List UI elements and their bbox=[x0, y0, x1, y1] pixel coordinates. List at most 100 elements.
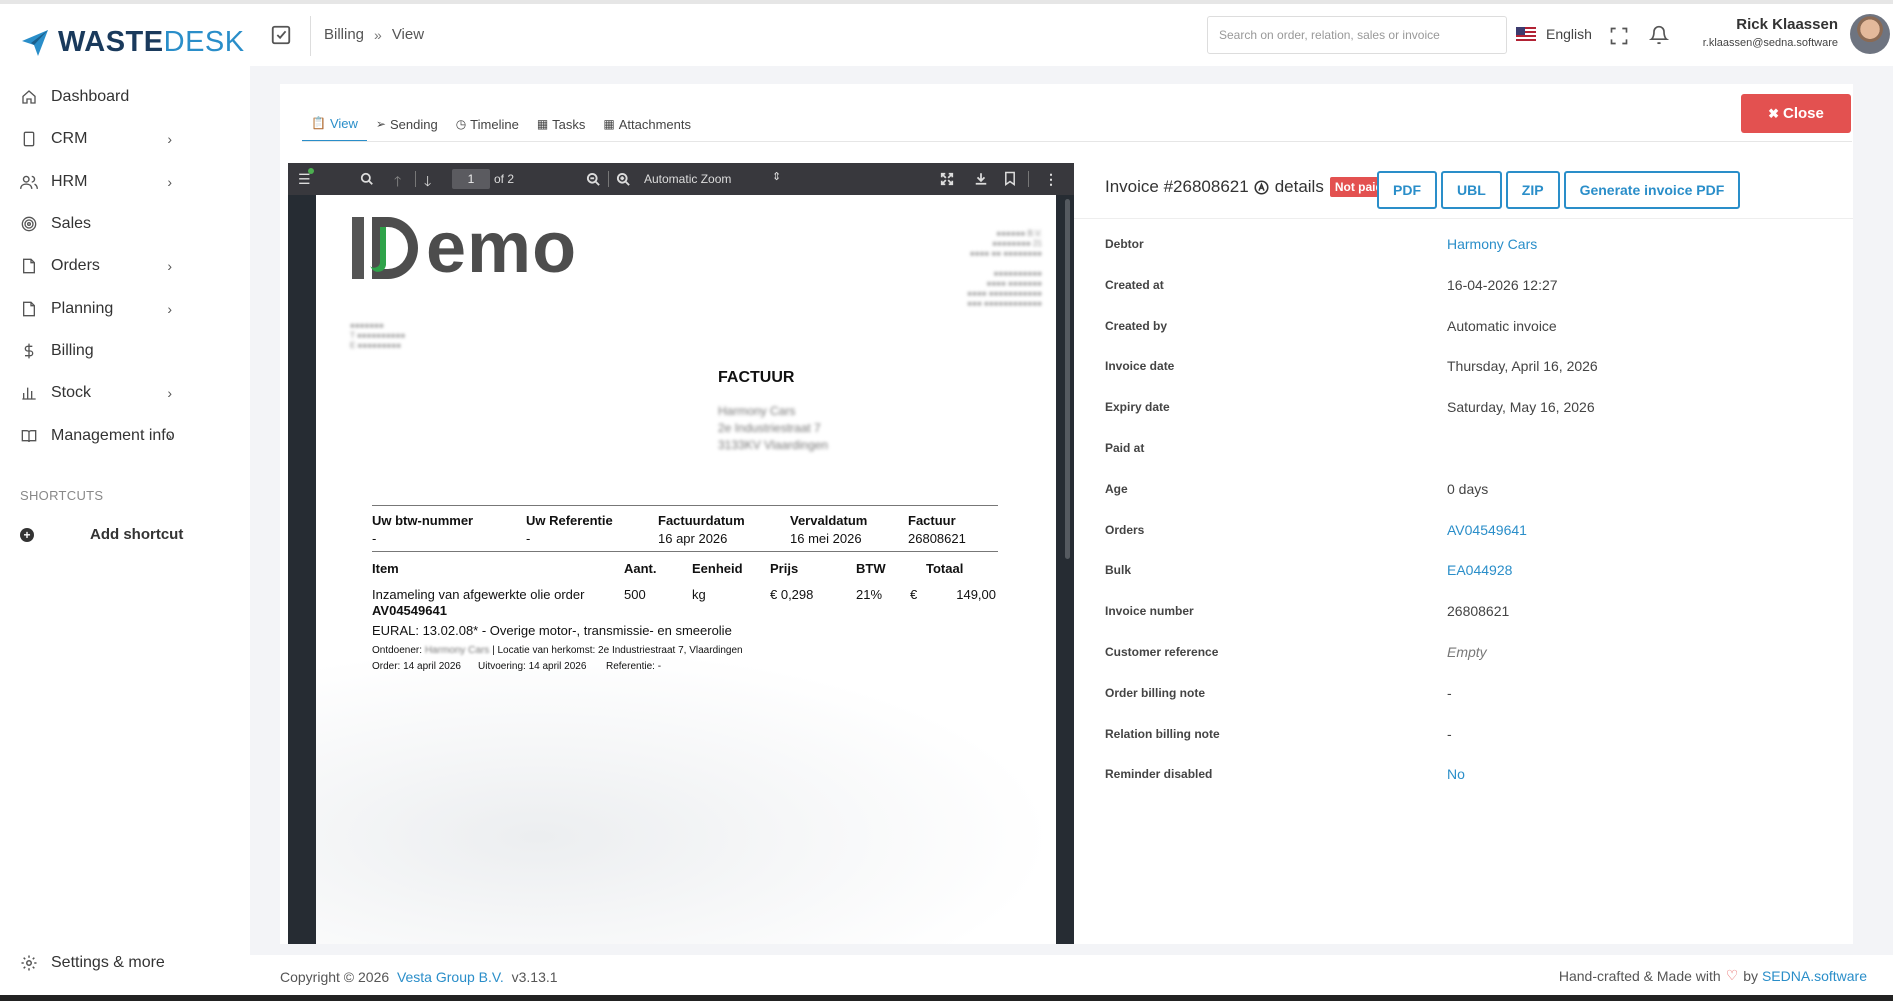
language-selector[interactable]: English bbox=[1516, 26, 1592, 42]
col-invoice: Factuur bbox=[908, 513, 956, 528]
tab-label: Attachments bbox=[618, 116, 692, 132]
sidebar-item-hrm[interactable]: HRM › bbox=[0, 161, 250, 203]
col-item: Item bbox=[372, 561, 399, 576]
detail-value-invoice-number: 26808621 bbox=[1447, 603, 1510, 620]
zoom-out-icon[interactable] bbox=[586, 172, 601, 187]
sidebar-item-label: Stock bbox=[51, 384, 92, 402]
sidebar-item-stock[interactable]: Stock › bbox=[0, 372, 250, 414]
sidebar-item-billing[interactable]: Billing bbox=[0, 330, 250, 372]
settings-button[interactable]: Settings & more bbox=[20, 954, 165, 972]
pdf-title: FACTUUR bbox=[718, 369, 795, 386]
sidebar-item-dashboard[interactable]: Dashboard bbox=[0, 76, 250, 118]
detail-value-bulk[interactable]: EA044928 bbox=[1447, 562, 1512, 578]
document-icon bbox=[20, 257, 38, 275]
execution-date-text: Uitvoering: 14 april 2026 bbox=[478, 661, 587, 672]
sidebar-item-sales[interactable]: Sales bbox=[0, 203, 250, 245]
vendor-link[interactable]: SEDNA.software bbox=[1762, 968, 1867, 984]
tab-attachments[interactable]: ▦ Attachments bbox=[594, 106, 700, 142]
zip-button[interactable]: ZIP bbox=[1505, 171, 1560, 209]
ubl-button[interactable]: UBL bbox=[1441, 171, 1502, 209]
detail-value-expiry-date: Saturday, May 16, 2026 bbox=[1447, 399, 1595, 416]
detail-row-invoice-date: Invoice date Thursday, April 16, 2026 bbox=[1105, 358, 1825, 379]
detail-value-orders[interactable]: AV04549641 bbox=[1447, 522, 1527, 538]
detail-row-created-at: Created at 16-04-2026 12:27 bbox=[1105, 277, 1825, 298]
add-shortcut-label: Add shortcut bbox=[90, 526, 184, 543]
val-reference: - bbox=[526, 531, 531, 546]
sidebar-item-orders[interactable]: Orders › bbox=[0, 245, 250, 287]
search-input[interactable] bbox=[1207, 16, 1507, 54]
breadcrumb-billing[interactable]: Billing bbox=[324, 26, 364, 43]
phone-icon bbox=[20, 130, 38, 148]
breadcrumb: Billing » View bbox=[324, 26, 424, 43]
recipient-city: 3133KV Vlaardingen bbox=[718, 438, 829, 452]
tab-bar: 📋 View ➢ Sending ◷ Timeline ▦ Tasks ▦ Attachments bbox=[302, 106, 700, 142]
next-page-icon[interactable]: 🡓 bbox=[424, 171, 431, 195]
page-number-input[interactable] bbox=[452, 169, 490, 189]
bell-icon[interactable] bbox=[1649, 24, 1669, 46]
detail-label: Debtor bbox=[1105, 237, 1144, 251]
sidebar-item-crm[interactable]: CRM › bbox=[0, 118, 250, 160]
col-due-date: Vervaldatum bbox=[790, 513, 868, 528]
tab-view[interactable]: 📋 View bbox=[302, 106, 367, 142]
by-text: by bbox=[1743, 967, 1759, 984]
action-buttons: PDF UBL ZIP Generate invoice PDF bbox=[1377, 171, 1744, 209]
detail-value-debtor[interactable]: Harmony Cars bbox=[1447, 236, 1537, 252]
pdf-viewer: ☰ 🡑 🡓 of 2 Automatic Zoom ⇕ ⋮ bbox=[288, 163, 1074, 944]
breadcrumb-view: View bbox=[391, 26, 425, 43]
detail-value-age: 0 days bbox=[1447, 480, 1489, 497]
col-btw-number: Uw btw-nummer bbox=[372, 513, 474, 528]
tab-underline bbox=[302, 141, 1852, 142]
top-header: Billing » View English Rick Klaassen r.k… bbox=[250, 4, 1893, 66]
pdf-scrollbar[interactable] bbox=[1065, 199, 1070, 559]
logo-text: WASTEDESK bbox=[58, 26, 245, 58]
search-icon[interactable] bbox=[360, 172, 374, 186]
company-link[interactable]: Vesta Group B.V. bbox=[397, 969, 504, 985]
clipboard-icon: 📋 bbox=[311, 116, 326, 130]
table-rule-top bbox=[372, 505, 998, 506]
sidebar-item-label: Management info bbox=[51, 426, 175, 444]
close-label: Close bbox=[1783, 105, 1824, 122]
bookmark-icon[interactable] bbox=[1004, 171, 1016, 186]
detail-label: Order billing note bbox=[1105, 685, 1206, 700]
checkbox-icon[interactable] bbox=[270, 24, 292, 46]
wastedesk-logo[interactable]: WASTEDESK bbox=[20, 26, 245, 59]
us-flag-icon bbox=[1516, 27, 1536, 41]
eural-code: EURAL: 13.02.08* - Overige motor-, trans… bbox=[372, 623, 732, 638]
pdf-button[interactable]: PDF bbox=[1377, 171, 1437, 209]
language-label: English bbox=[1546, 26, 1592, 42]
sidebar-item-management-info[interactable]: Management info › bbox=[0, 414, 250, 456]
zoom-in-icon[interactable] bbox=[616, 172, 631, 187]
close-button[interactable]: ✖ Close bbox=[1741, 94, 1851, 133]
fullscreen-icon[interactable] bbox=[1609, 26, 1629, 46]
plus-circle-icon: + bbox=[20, 527, 34, 542]
detail-row-order-billing-note: Order billing note - bbox=[1105, 685, 1825, 706]
made-with: Hand-crafted & Made with ♡ by SEDNA.soft… bbox=[1559, 967, 1867, 984]
detail-value-reminder-disabled[interactable]: No bbox=[1447, 766, 1465, 782]
toolbar-sep bbox=[415, 171, 416, 187]
item-total: 149,00 bbox=[956, 587, 996, 602]
avatar[interactable] bbox=[1850, 14, 1890, 54]
col-reference: Uw Referentie bbox=[526, 513, 613, 528]
ontdoener-blurred: Harmony Cars bbox=[424, 645, 490, 656]
automatic-icon bbox=[1254, 179, 1269, 195]
download-icon[interactable] bbox=[974, 171, 988, 186]
gear-icon bbox=[21, 955, 37, 971]
version: v3.13.1 bbox=[511, 969, 558, 985]
presentation-mode-icon[interactable] bbox=[940, 172, 954, 186]
detail-row-relation-billing-note: Relation billing note - bbox=[1105, 726, 1825, 747]
details-title-prefix: Invoice #26808621 bbox=[1105, 177, 1249, 196]
tab-timeline[interactable]: ◷ Timeline bbox=[447, 106, 528, 142]
more-tools-icon[interactable]: ⋮ bbox=[1044, 171, 1058, 188]
zoom-select[interactable]: Automatic Zoom bbox=[644, 172, 731, 186]
tab-tasks[interactable]: ▦ Tasks bbox=[528, 106, 595, 142]
tab-sending[interactable]: ➢ Sending bbox=[367, 106, 447, 142]
col-unit: Eenheid bbox=[692, 561, 743, 576]
paper-plane-logo-icon bbox=[22, 29, 48, 56]
previous-page-icon[interactable]: 🡑 bbox=[394, 171, 401, 195]
add-shortcut-button[interactable]: + Add shortcut bbox=[20, 526, 183, 543]
sidebar-item-planning[interactable]: Planning › bbox=[0, 287, 250, 329]
copyright: Copyright © 2026 Vesta Group B.V. v3.13.… bbox=[280, 969, 558, 985]
generate-invoice-pdf-button[interactable]: Generate invoice PDF bbox=[1563, 171, 1741, 209]
demo-logo-text: emo bbox=[426, 208, 578, 288]
detail-label: Relation billing note bbox=[1105, 726, 1220, 741]
